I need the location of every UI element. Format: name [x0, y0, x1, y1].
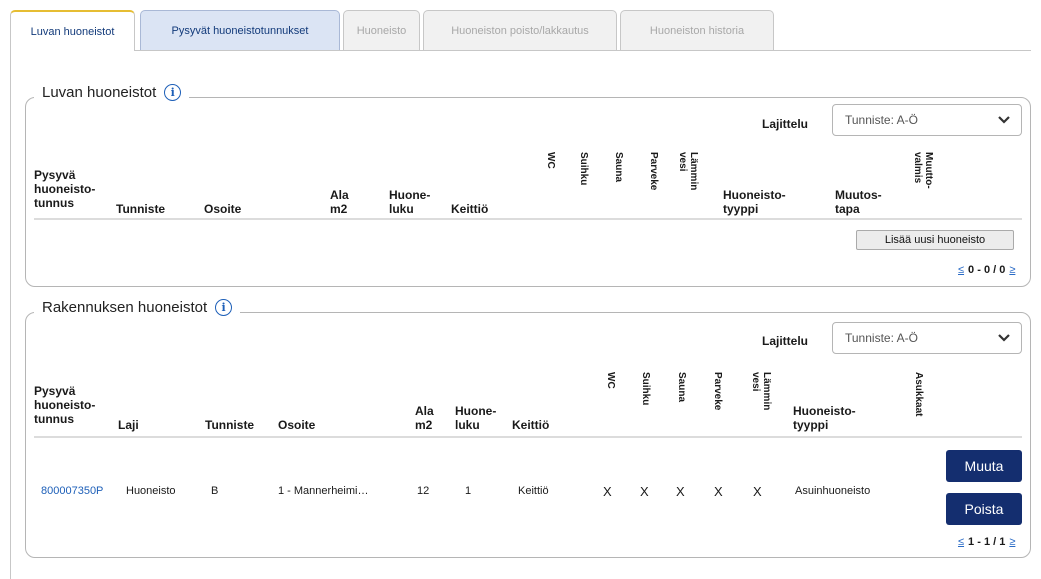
col-tyyppi-line2: tyyppi: [723, 202, 759, 216]
tab-pysyvat-huoneistotunnukset[interactable]: Pysyvät huoneistotunnukset: [140, 10, 340, 50]
tab-huoneiston-poisto[interactable]: Huoneiston poisto/lakkautus: [423, 10, 617, 50]
info-icon[interactable]: i: [215, 299, 233, 316]
section-title: Rakennuksen huoneistot: [42, 299, 208, 316]
pager-prev-icon[interactable]: ≤: [958, 536, 964, 548]
col-tyyppi-line2: tyyppi: [793, 418, 829, 432]
pager-next-icon[interactable]: ≥: [1009, 536, 1015, 548]
pager-next-icon[interactable]: ≥: [1009, 264, 1015, 276]
content-border: [10, 50, 11, 579]
cell-huoneluku: 1: [465, 485, 472, 497]
cell-lamminvesi: X: [753, 484, 762, 499]
col-pysyva: Pysyvä huoneisto- tunnus: [34, 384, 95, 426]
col-pysyva-line1: Pysyvä: [34, 384, 76, 398]
col-suihku: Suihku: [640, 372, 651, 406]
col-tyyppi: Huoneisto- tyyppi: [793, 404, 856, 432]
cell-tunniste: B: [211, 485, 219, 497]
col-muutostapa-line2: tapa: [835, 202, 860, 216]
col-lamminvesi: Lämmin vesi: [677, 152, 699, 191]
sort-select-value: Tunniste: A-Ö: [845, 331, 918, 345]
col-pysyva-line3: tunnus: [34, 412, 74, 426]
luvan-pager: ≤ 0 - 0 / 0 ≥: [958, 264, 1015, 276]
cell-tyyppi: Asuinhuoneisto: [795, 485, 871, 497]
cell-keittio: Keittiö: [518, 485, 549, 497]
col-parveke: Parveke: [712, 372, 723, 411]
cell-suihku: X: [640, 484, 649, 499]
edit-button[interactable]: Muuta: [946, 450, 1022, 482]
col-parveke: Parveke: [648, 152, 659, 191]
col-huoneluku-line1: Huone-: [455, 404, 497, 418]
col-laji: Laji: [118, 418, 139, 432]
col-tunniste: Tunniste: [205, 418, 255, 432]
luvan-huoneistot-legend: Luvan huoneistot i: [34, 84, 190, 101]
col-huoneluku: Huone- luku: [455, 404, 496, 432]
sort-select-value: Tunniste: A-Ö: [845, 113, 918, 127]
col-keittio: Keittiö: [451, 202, 489, 216]
col-tyyppi-line1: Huoneisto-: [723, 188, 786, 202]
header-divider: [34, 436, 1022, 438]
col-ala-line2: m2: [330, 202, 348, 216]
add-apartment-button[interactable]: Lisää uusi huoneisto: [856, 230, 1014, 250]
tab-divider: [10, 50, 1031, 51]
col-huoneluku-line2: luku: [389, 202, 414, 216]
col-sauna: Sauna: [676, 372, 687, 403]
sort-select[interactable]: Tunniste: A-Ö: [832, 104, 1022, 136]
col-muutostapa: Muutos- tapa: [835, 188, 882, 216]
delete-button[interactable]: Poista: [946, 493, 1022, 525]
col-pysyva-line2: huoneisto-: [34, 398, 96, 412]
col-lamminvesi: Lämmin vesi: [750, 372, 772, 411]
col-ala: Ala m2: [415, 404, 434, 432]
col-muuttovalmis: Muutto- valmis: [912, 152, 934, 189]
header-divider: [34, 218, 1022, 220]
col-huoneluku-line2: luku: [455, 418, 480, 432]
col-tunniste: Tunniste: [116, 202, 166, 216]
col-suihku: Suihku: [578, 152, 589, 186]
col-ala-line2: m2: [415, 418, 433, 432]
sort-label: Lajittelu: [762, 117, 809, 131]
col-ala: Ala m2: [330, 188, 349, 216]
col-tyyppi: Huoneisto- tyyppi: [723, 188, 786, 216]
tab-huoneisto[interactable]: Huoneisto: [343, 10, 420, 50]
col-osoite: Osoite: [204, 202, 242, 216]
section-title: Luvan huoneistot: [42, 84, 157, 101]
cell-laji: Huoneisto: [126, 485, 176, 497]
tab-huoneiston-historia[interactable]: Huoneiston historia: [620, 10, 774, 50]
col-wc: WC: [545, 152, 556, 169]
sort-label: Lajittelu: [762, 334, 809, 348]
col-ala-line1: Ala: [330, 188, 349, 202]
col-pysyva: Pysyvä huoneisto- tunnus: [34, 168, 95, 210]
rakennus-pager: ≤ 1 - 1 / 1 ≥: [958, 536, 1015, 548]
sort-select[interactable]: Tunniste: A-Ö: [832, 322, 1022, 354]
cell-wc: X: [603, 484, 612, 499]
pager-text: 0 - 0 / 0: [968, 264, 1006, 276]
col-pysyva-line3: tunnus: [34, 196, 74, 210]
col-pysyva-line1: Pysyvä: [34, 168, 76, 182]
chevron-down-icon: [998, 334, 1010, 342]
cell-osoite: 1 - Mannerheimi…: [278, 485, 369, 497]
col-muutostapa-line1: Muutos-: [835, 188, 882, 202]
col-huoneluku-line1: Huone-: [389, 188, 431, 202]
apartment-id-link[interactable]: 800007350P: [41, 485, 103, 497]
tab-luvan-huoneistot[interactable]: Luvan huoneistot: [10, 10, 135, 51]
cell-parveke: X: [714, 484, 723, 499]
col-huoneluku: Huone- luku: [389, 188, 430, 216]
col-sauna: Sauna: [613, 152, 624, 183]
chevron-down-icon: [998, 116, 1010, 124]
col-osoite: Osoite: [278, 418, 316, 432]
cell-ala: 12: [417, 485, 430, 497]
col-pysyva-line2: huoneisto-: [34, 182, 96, 196]
col-keittio: Keittiö: [512, 418, 550, 432]
pager-text: 1 - 1 / 1: [968, 536, 1006, 548]
pager-prev-icon[interactable]: ≤: [958, 264, 964, 276]
col-asukkaat: Asukkaat: [913, 372, 924, 417]
col-tyyppi-line1: Huoneisto-: [793, 404, 856, 418]
info-icon[interactable]: i: [164, 84, 182, 101]
col-wc: WC: [605, 372, 616, 389]
col-ala-line1: Ala: [415, 404, 434, 418]
cell-sauna: X: [676, 484, 685, 499]
rakennuksen-huoneistot-legend: Rakennuksen huoneistot i: [34, 299, 241, 316]
